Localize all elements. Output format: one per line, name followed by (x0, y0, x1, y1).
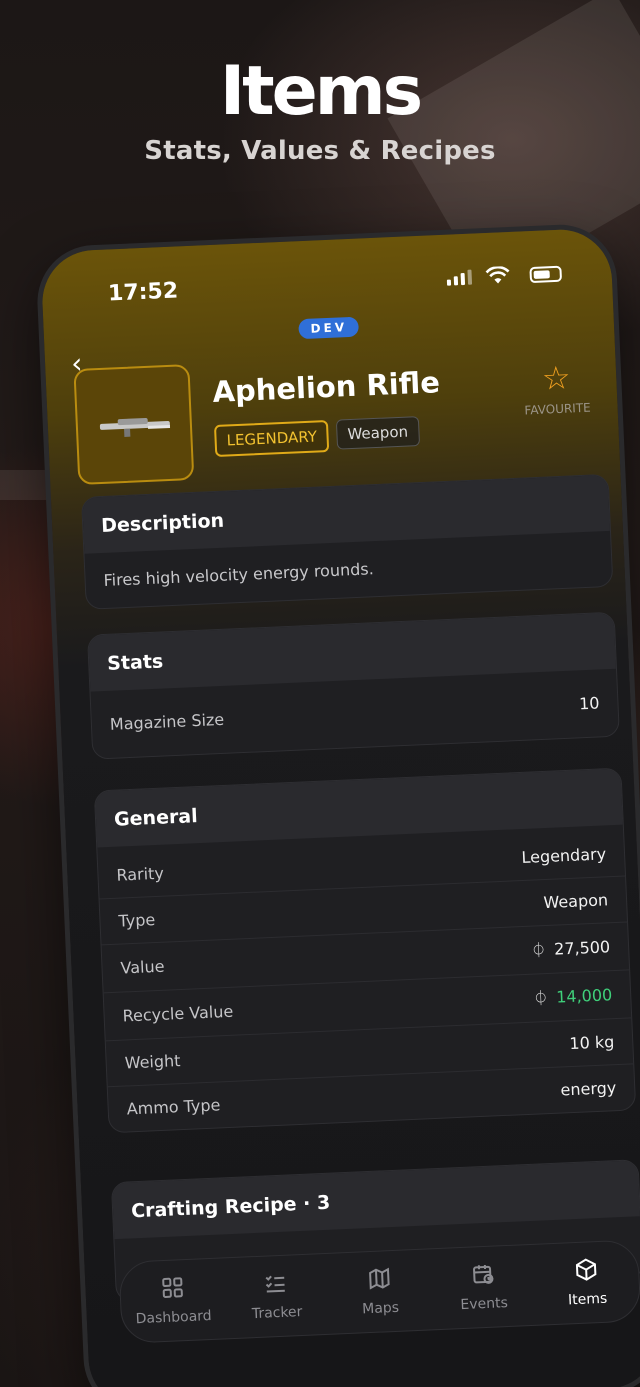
hero: Items Stats, Values & Recipes (0, 52, 640, 167)
general-value: Weapon (543, 890, 609, 913)
dev-badge: DEV (298, 316, 360, 340)
tab-label: Maps (361, 1299, 400, 1318)
status-time: 17:52 (107, 278, 179, 307)
type-tag: Weapon (335, 416, 420, 450)
tab-label: Tracker (251, 1304, 303, 1323)
general-card: General Rarity Legendary Type Weapon Val… (93, 767, 637, 1134)
phone-screen: 17:52 DEV ‹ Aphelion Rifle LEGENDARY Wea… (40, 227, 640, 1387)
status-bar: 17:52 (41, 252, 612, 317)
general-label: Ammo Type (126, 1095, 221, 1119)
stat-value: 10 (578, 693, 600, 714)
general-value: Legendary (521, 844, 607, 868)
description-card: Description Fires high velocity energy r… (80, 473, 614, 610)
wifi-icon (485, 265, 510, 289)
calendar-clock-icon (434, 1260, 531, 1292)
coin-icon: ⏀ (530, 941, 547, 960)
rifle-icon (99, 417, 171, 437)
general-value-wrap: ⏀ 14,000 (533, 984, 613, 1008)
coin-icon: ⏀ (532, 988, 549, 1008)
crafting-title: Crafting Recipe · 3 (111, 1160, 640, 1240)
item-name: Aphelion Rifle (211, 365, 441, 410)
item-thumbnail (73, 364, 195, 485)
stats-card: Stats Magazine Size 10 (86, 611, 620, 760)
signal-icon (446, 269, 473, 286)
tab-label: Events (460, 1295, 509, 1314)
general-label: Recycle Value (122, 1001, 234, 1026)
hero-subtitle: Stats, Values & Recipes (144, 136, 496, 166)
star-icon: ☆ (541, 358, 572, 398)
general-value: energy (560, 1078, 617, 1100)
tab-dashboard[interactable]: Dashboard (124, 1274, 222, 1328)
tab-events[interactable]: Events (434, 1260, 532, 1314)
tab-label: Items (567, 1290, 608, 1309)
hero-title: Items (219, 52, 423, 131)
general-value: 27,500 (553, 937, 611, 959)
favourite-button[interactable]: ☆ FAVOURITE (516, 358, 598, 418)
box-icon (538, 1255, 635, 1287)
general-value-wrap: ⏀ 27,500 (531, 936, 611, 960)
battery-icon (529, 265, 563, 284)
general-label: Weight (124, 1051, 181, 1073)
stat-label: Magazine Size (109, 709, 225, 734)
tab-tracker[interactable]: Tracker (227, 1269, 325, 1323)
general-value: 10 kg (568, 1032, 615, 1054)
rarity-tag: LEGENDARY (213, 420, 330, 457)
general-value: 14,000 (555, 985, 613, 1007)
checklist-icon (227, 1269, 324, 1301)
tab-label: Dashboard (135, 1307, 212, 1328)
tab-maps[interactable]: Maps (331, 1265, 429, 1319)
general-label: Value (120, 956, 165, 978)
map-icon (331, 1265, 428, 1297)
general-label: Type (118, 910, 156, 931)
tab-items[interactable]: Items (538, 1255, 636, 1309)
general-label: Rarity (116, 863, 165, 885)
favourite-label: FAVOURITE (524, 400, 591, 418)
grid-icon (124, 1274, 221, 1306)
